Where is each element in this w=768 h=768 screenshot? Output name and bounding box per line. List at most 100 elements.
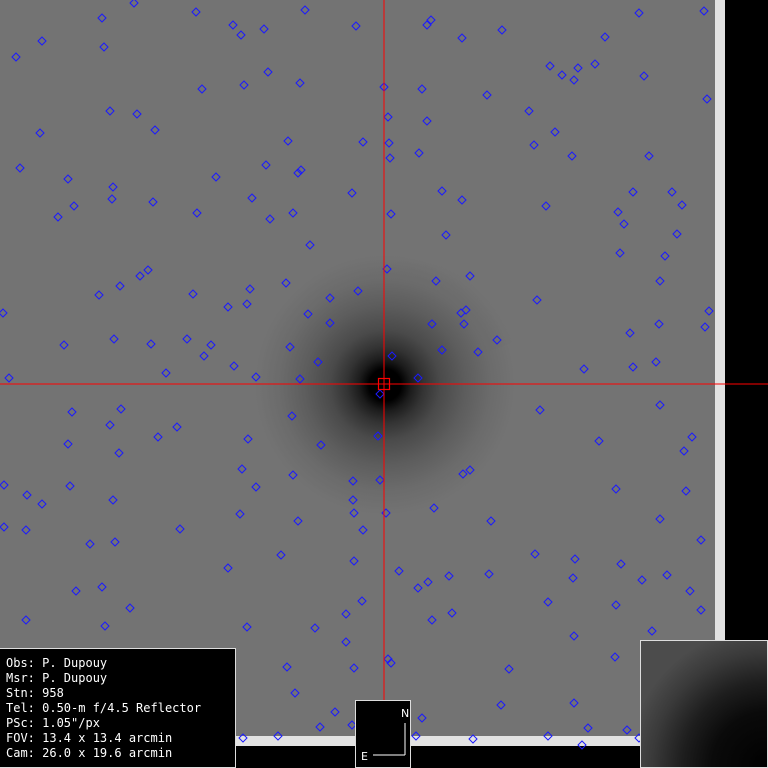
star-marker-icon	[206, 340, 216, 350]
star-marker-icon	[305, 240, 315, 250]
star-marker-icon	[37, 499, 47, 509]
star-marker-icon	[325, 293, 335, 303]
zoom-thumbnail[interactable]	[640, 640, 768, 768]
star-marker-icon	[296, 165, 306, 175]
star-marker-icon	[423, 577, 433, 587]
star-marker-icon	[616, 559, 626, 569]
star-marker-icon	[353, 286, 363, 296]
star-marker-icon	[681, 486, 691, 496]
star-marker-icon	[125, 603, 135, 613]
star-marker-icon	[647, 626, 657, 636]
star-marker-icon	[251, 482, 261, 492]
star-marker-icon	[492, 335, 502, 345]
star-marker-icon	[100, 621, 110, 631]
star-marker-icon	[384, 138, 394, 148]
star-marker-icon	[541, 201, 551, 211]
star-marker-icon	[504, 664, 514, 674]
star-marker-icon	[651, 357, 661, 367]
star-marker-icon	[199, 351, 209, 361]
star-marker-icon	[700, 322, 710, 332]
star-marker-icon	[610, 652, 620, 662]
star-marker-icon	[696, 605, 706, 615]
star-marker-icon	[71, 586, 81, 596]
star-marker-icon	[315, 722, 325, 732]
star-marker-icon	[295, 78, 305, 88]
star-marker-icon	[373, 431, 383, 441]
star-marker-icon	[625, 328, 635, 338]
star-marker-icon	[573, 63, 583, 73]
star-marker-icon	[135, 271, 145, 281]
fov-line: FOV: 13.4 x 13.4 arcmin	[6, 731, 173, 745]
star-marker-icon	[351, 21, 361, 31]
star-marker-icon	[441, 230, 451, 240]
star-marker-icon	[197, 84, 207, 94]
star-marker-icon	[696, 535, 706, 545]
star-marker-icon	[530, 549, 540, 559]
star-marker-icon	[285, 342, 295, 352]
star-marker-icon	[114, 448, 124, 458]
star-marker-icon	[429, 503, 439, 513]
star-marker-icon	[394, 566, 404, 576]
star-marker-icon	[182, 334, 192, 344]
star-marker-icon	[211, 172, 221, 182]
star-marker-icon	[484, 569, 494, 579]
catalog-star-markers	[0, 0, 714, 750]
star-marker-icon	[65, 481, 75, 491]
star-marker-icon	[417, 84, 427, 94]
star-marker-icon	[116, 404, 126, 414]
star-marker-icon	[313, 357, 323, 367]
star-marker-icon	[482, 90, 492, 100]
star-marker-icon	[579, 364, 589, 374]
star-marker-icon	[569, 698, 579, 708]
star-marker-icon	[273, 731, 283, 741]
star-marker-icon	[590, 59, 600, 69]
star-marker-icon	[67, 407, 77, 417]
star-marker-icon	[108, 182, 118, 192]
star-marker-icon	[570, 554, 580, 564]
star-marker-icon	[385, 153, 395, 163]
star-marker-icon	[358, 525, 368, 535]
star-marker-icon	[457, 33, 467, 43]
star-marker-icon	[132, 109, 142, 119]
star-marker-icon	[672, 229, 682, 239]
star-marker-icon	[704, 306, 714, 316]
star-marker-icon	[245, 284, 255, 294]
star-marker-icon	[35, 128, 45, 138]
star-marker-icon	[105, 106, 115, 116]
star-marker-icon	[422, 116, 432, 126]
star-marker-icon	[0, 480, 9, 490]
star-marker-icon	[53, 212, 63, 222]
star-marker-icon	[699, 6, 709, 16]
star-marker-icon	[615, 248, 625, 258]
compass-east-label: E	[361, 750, 368, 763]
astrometry-viewer[interactable]: Obs: P. Dupouy Msr: P. Dupouy Stn: 958 T…	[0, 0, 768, 768]
star-marker-icon	[263, 67, 273, 77]
star-marker-icon	[349, 508, 359, 518]
star-marker-icon	[63, 439, 73, 449]
star-marker-icon	[97, 582, 107, 592]
star-marker-icon	[21, 525, 31, 535]
star-marker-icon	[644, 151, 654, 161]
star-marker-icon	[175, 524, 185, 534]
star-marker-icon	[22, 490, 32, 500]
star-marker-icon	[381, 508, 391, 518]
star-marker-icon	[228, 20, 238, 30]
star-marker-icon	[545, 61, 555, 71]
star-marker-icon	[594, 436, 604, 446]
star-marker-icon	[303, 309, 313, 319]
star-marker-icon	[702, 94, 712, 104]
zoom-thumbnail-image	[641, 641, 767, 767]
star-marker-icon	[557, 70, 567, 80]
star-marker-icon	[611, 600, 621, 610]
telescope-line: Tel: 0.50-m f/4.5 Reflector	[6, 701, 202, 715]
star-marker-icon	[97, 13, 107, 23]
star-marker-icon	[654, 319, 664, 329]
star-marker-icon	[639, 71, 649, 81]
pixel-scale-line: PSc: 1.05"/px	[6, 716, 100, 730]
star-marker-icon	[288, 208, 298, 218]
star-marker-icon	[679, 446, 689, 456]
star-marker-icon	[349, 556, 359, 566]
station-line: Stn: 958	[6, 686, 64, 700]
star-marker-icon	[411, 731, 421, 741]
star-marker-icon	[655, 276, 665, 286]
